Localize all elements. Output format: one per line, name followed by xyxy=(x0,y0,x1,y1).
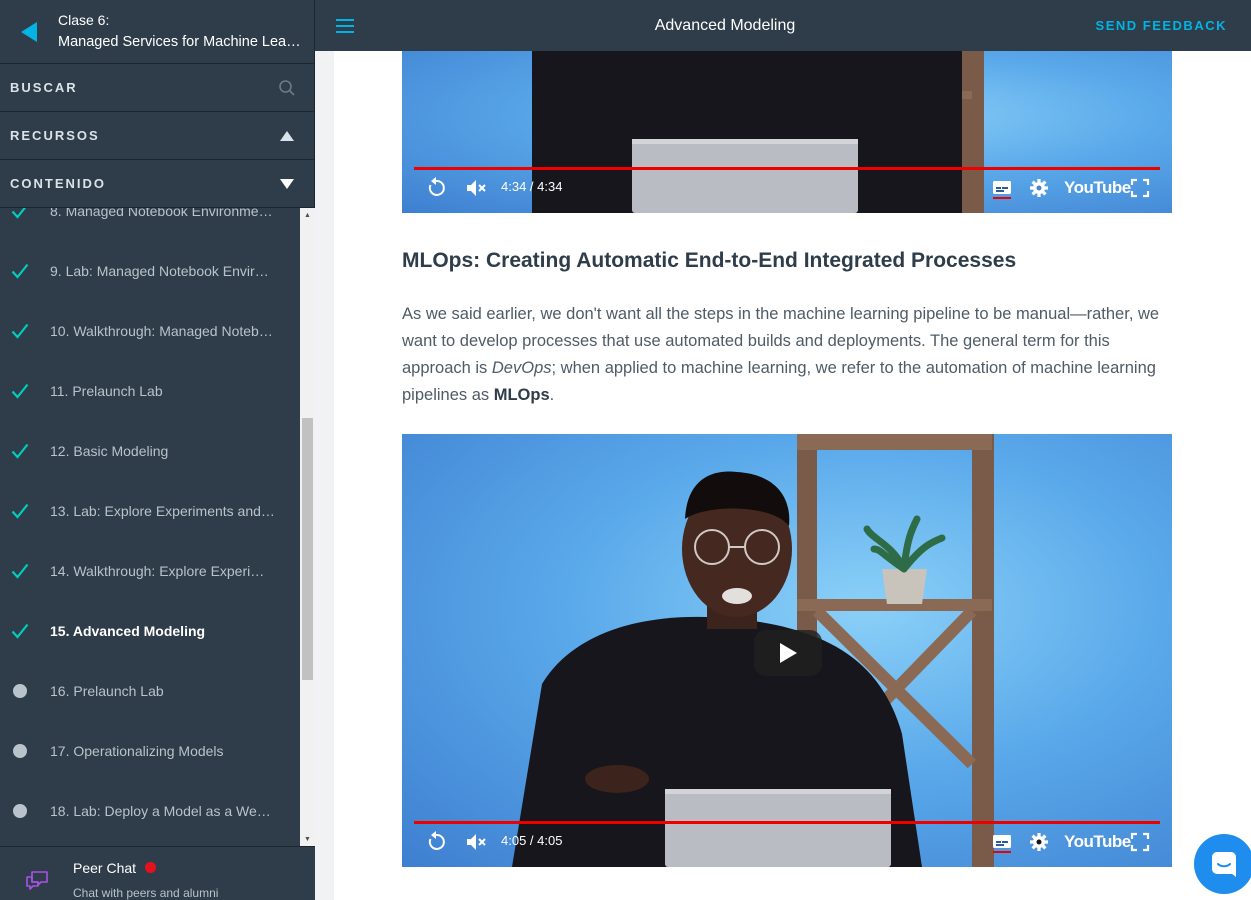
search-label: BUSCAR xyxy=(10,80,78,95)
video-controls-2: 4:05 / 4:05 YouTube xyxy=(402,821,1172,867)
incomplete-dot-icon xyxy=(0,661,40,721)
captions-icon[interactable] xyxy=(991,177,1013,199)
contents-label: CONTENIDO xyxy=(10,176,106,191)
chat-icon xyxy=(1212,852,1236,877)
checkmark-icon xyxy=(0,421,40,481)
para-devops: DevOps xyxy=(491,359,552,377)
captions-icon[interactable] xyxy=(991,831,1013,853)
lesson-label: 10. Walkthrough: Managed Notebook Enviro… xyxy=(50,323,275,339)
video-player-1[interactable]: 4:34 / 4:34 YouTube xyxy=(402,51,1172,213)
settings-gear-icon[interactable] xyxy=(1028,831,1050,853)
sidebar-lesson-item[interactable]: 10. Walkthrough: Managed Notebook Enviro… xyxy=(0,301,300,361)
peer-chat[interactable]: Peer Chat Chat with peers and alumni xyxy=(0,846,315,900)
peer-chat-subtitle: Chat with peers and alumni xyxy=(73,885,219,900)
search-row[interactable]: BUSCAR xyxy=(0,64,314,112)
para-mlops: MLOps xyxy=(493,386,550,404)
lesson-label: 14. Walkthrough: Explore Experiments and… xyxy=(50,563,275,579)
lesson-list[interactable]: 8. Managed Notebook Environments 9. Lab: … xyxy=(0,208,315,846)
mute-icon[interactable] xyxy=(465,177,487,199)
sidebar-lesson-item[interactable]: 15. Advanced Modeling xyxy=(0,601,300,661)
section-heading: MLOps: Creating Automatic End-to-End Int… xyxy=(402,249,1017,272)
caret-down-icon xyxy=(270,160,304,208)
video-player-2[interactable]: 4:05 / 4:05 YouTube xyxy=(402,434,1172,867)
play-icon xyxy=(780,643,797,663)
scroll-up-arrow-icon[interactable]: ▲ xyxy=(300,208,315,222)
lesson-label: 8. Managed Notebook Environments xyxy=(50,208,275,219)
settings-gear-icon[interactable] xyxy=(1028,177,1050,199)
fullscreen-icon[interactable] xyxy=(1130,831,1150,853)
resources-label: RECURSOS xyxy=(10,128,100,143)
main-content: 4:34 / 4:34 YouTube MLOps: Creating Auto… xyxy=(334,51,1251,900)
peer-chat-title: Peer Chat xyxy=(73,859,137,876)
youtube-label-2: YouTube xyxy=(1064,832,1131,851)
sidebar-lesson-item[interactable]: 8. Managed Notebook Environments xyxy=(0,208,300,241)
video-controls-1: 4:34 / 4:34 YouTube xyxy=(402,167,1172,213)
sidebar-lesson-item[interactable]: 14. Walkthrough: Explore Experiments and… xyxy=(0,541,300,601)
checkmark-icon xyxy=(0,481,40,541)
sidebar-scrollbar[interactable]: ▲ ▼ xyxy=(300,208,315,846)
para-text-3: . xyxy=(549,386,555,404)
checkmark-icon xyxy=(0,241,40,301)
incomplete-dot-icon xyxy=(0,721,40,781)
lesson-label: 18. Lab: Deploy a Model as a Web Service xyxy=(50,803,275,819)
replay-icon[interactable] xyxy=(425,831,447,853)
top-bar: Advanced Modeling SEND FEEDBACK xyxy=(315,0,1251,51)
play-button[interactable] xyxy=(754,630,822,676)
course-label: Clase 6: xyxy=(58,12,110,28)
sidebar-lesson-item[interactable]: 18. Lab: Deploy a Model as a Web Service xyxy=(0,781,300,841)
progress-bar-1[interactable] xyxy=(414,167,1160,170)
checkmark-icon xyxy=(0,601,40,661)
youtube-logo[interactable]: YouTube xyxy=(1064,177,1131,199)
replay-icon[interactable] xyxy=(425,177,447,199)
back-arrow-icon xyxy=(21,21,37,42)
lesson-label: 12. Basic Modeling xyxy=(50,443,169,459)
checkmark-icon xyxy=(0,361,40,421)
page-title: Advanced Modeling xyxy=(654,17,796,34)
search-icon[interactable] xyxy=(270,64,304,112)
youtube-logo[interactable]: YouTube xyxy=(1064,831,1131,853)
video-time-1: 4:34 / 4:34 xyxy=(501,179,563,194)
fullscreen-icon[interactable] xyxy=(1130,177,1150,199)
lesson-label: 16. Prelaunch Lab xyxy=(50,683,164,699)
scrollbar-thumb[interactable] xyxy=(302,418,313,680)
scroll-down-arrow-icon[interactable]: ▼ xyxy=(300,832,315,846)
sidebar-lesson-item[interactable]: 13. Lab: Explore Experiments and Runs xyxy=(0,481,300,541)
checkmark-icon xyxy=(0,541,40,601)
sidebar-lesson-item[interactable]: 16. Prelaunch Lab xyxy=(0,661,300,721)
notification-dot xyxy=(145,862,157,873)
lesson-label: 15. Advanced Modeling xyxy=(50,623,206,639)
sidebar-lesson-item[interactable]: 12. Basic Modeling xyxy=(0,421,300,481)
send-feedback-button[interactable]: SEND FEEDBACK xyxy=(1096,18,1227,33)
course-title: Clase 6: Managed Services for Machine Le… xyxy=(58,11,303,52)
mute-icon[interactable] xyxy=(465,831,487,853)
resources-row[interactable]: RECURSOS xyxy=(0,112,314,160)
sidebar: Clase 6: Managed Services for Machine Le… xyxy=(0,0,315,900)
lesson-label: 9. Lab: Managed Notebook Environments xyxy=(50,263,275,279)
sidebar-header: Clase 6: Managed Services for Machine Le… xyxy=(0,0,314,64)
youtube-label: YouTube xyxy=(1064,178,1131,197)
course-name: Managed Services for Machine Learning xyxy=(58,34,303,50)
chat-bubbles-icon xyxy=(0,847,73,900)
checkmark-icon xyxy=(0,301,40,361)
contents-row[interactable]: CONTENIDO xyxy=(0,160,314,208)
caret-up-icon xyxy=(270,112,304,160)
back-button[interactable] xyxy=(0,0,58,64)
sidebar-lesson-item[interactable]: 17. Operationalizing Models xyxy=(0,721,300,781)
checkmark-icon xyxy=(0,208,40,241)
lesson-label: 11. Prelaunch Lab xyxy=(50,383,163,399)
sidebar-lesson-item[interactable]: 11. Prelaunch Lab xyxy=(0,361,300,421)
sidebar-lesson-item[interactable]: 9. Lab: Managed Notebook Environments xyxy=(0,241,300,301)
chat-launcher-button[interactable] xyxy=(1194,834,1251,894)
video-time-2: 4:05 / 4:05 xyxy=(501,833,563,848)
incomplete-dot-icon xyxy=(0,781,40,841)
body-paragraph: As we said earlier, we don't want all th… xyxy=(402,301,1177,409)
lesson-label: 13. Lab: Explore Experiments and Runs xyxy=(50,503,275,519)
lesson-label: 17. Operationalizing Models xyxy=(50,743,224,759)
progress-bar-2[interactable] xyxy=(414,821,1160,824)
